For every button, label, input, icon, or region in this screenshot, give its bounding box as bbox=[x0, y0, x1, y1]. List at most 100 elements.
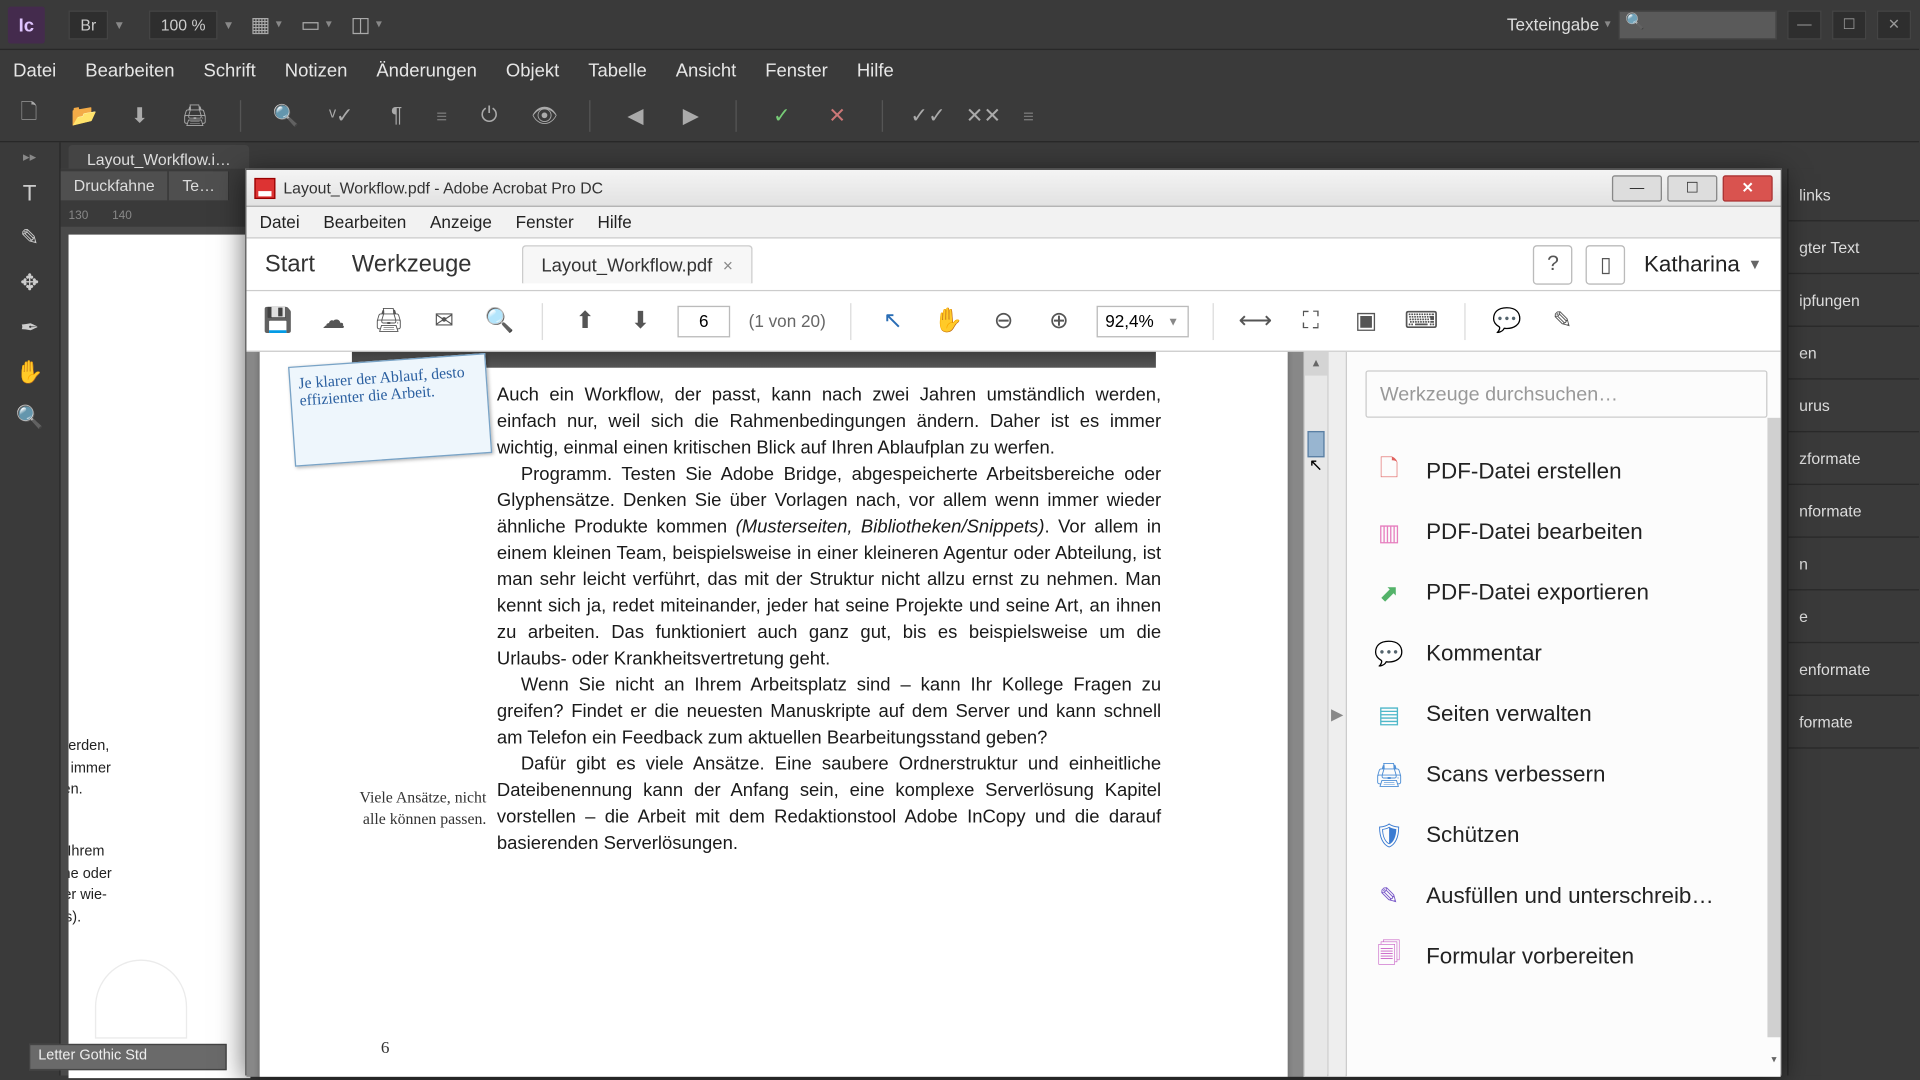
menu-fenster[interactable]: Fenster bbox=[765, 59, 828, 80]
menu-objekt[interactable]: Objekt bbox=[506, 59, 559, 80]
save-icon[interactable]: ⬇ bbox=[124, 100, 156, 132]
menu-ansicht[interactable]: Ansicht bbox=[676, 59, 737, 80]
tool-kommentar[interactable]: 💬Kommentar bbox=[1365, 623, 1767, 684]
position-tool-icon[interactable]: ✥ bbox=[11, 268, 48, 300]
menu-tabelle[interactable]: Tabelle bbox=[588, 59, 646, 80]
menu-hilfe[interactable]: Hilfe bbox=[857, 59, 894, 80]
highlight-icon[interactable]: ✎ bbox=[1544, 302, 1581, 339]
close-tab-icon[interactable]: × bbox=[723, 255, 733, 275]
panel-n[interactable]: n bbox=[1789, 538, 1919, 591]
scroll-down-icon[interactable]: ▾ bbox=[1767, 1053, 1780, 1066]
preview-icon[interactable]: 👁 bbox=[529, 100, 561, 132]
menu-fenster[interactable]: Fenster bbox=[516, 212, 574, 232]
tool-pdf-datei-erstellen[interactable]: 🗋PDF-Datei erstellen bbox=[1365, 442, 1767, 503]
tool-sch-tzen[interactable]: 🛡Schützen bbox=[1365, 805, 1767, 866]
panel-text[interactable]: gter Text bbox=[1789, 221, 1919, 274]
collapse-sidebar-icon[interactable]: ▶ bbox=[1327, 352, 1345, 1077]
accept-all-icon[interactable]: ✓✓ bbox=[912, 100, 944, 132]
print-icon[interactable]: 🖨 bbox=[370, 302, 407, 339]
tools-search-field[interactable]: Werkzeuge durchsuchen… bbox=[1365, 370, 1767, 417]
email-icon[interactable]: ✉ bbox=[426, 302, 463, 339]
minimize-button[interactable]: — bbox=[1787, 10, 1821, 39]
zoom-tool-icon[interactable]: 🔍 bbox=[11, 402, 48, 434]
zoom-dropdown[interactable]: 100 %▼ bbox=[136, 10, 235, 39]
scroll-track[interactable] bbox=[1767, 418, 1780, 1037]
panel-ipfungen[interactable]: ipfungen bbox=[1789, 274, 1919, 327]
screen-mode-icon[interactable]: ▭▾ bbox=[298, 9, 335, 41]
sticky-note[interactable]: Je klarer der Ablauf, desto effizienter … bbox=[288, 353, 492, 467]
menu-datei[interactable]: Datei bbox=[13, 59, 56, 80]
panel-zformate[interactable]: zformate bbox=[1789, 432, 1919, 485]
font-family-field[interactable]: Letter Gothic Std bbox=[29, 1044, 227, 1070]
menu-bearbeiten[interactable]: Bearbeiten bbox=[323, 212, 406, 232]
panel-e[interactable]: e bbox=[1789, 590, 1919, 643]
tool-formular-vorbereiten[interactable]: 🗐Formular vorbereiten bbox=[1365, 927, 1767, 988]
accept-icon[interactable]: ✓ bbox=[766, 100, 798, 132]
read-mode-icon[interactable]: ⌨ bbox=[1403, 302, 1440, 339]
mobile-link-icon[interactable]: ▯ bbox=[1586, 244, 1626, 284]
fit-page-icon[interactable]: ⛶ bbox=[1292, 302, 1329, 339]
document-tab[interactable]: Layout_Workflow.i… bbox=[69, 145, 250, 171]
user-menu[interactable]: Katharina▼ bbox=[1644, 251, 1762, 277]
start-tab[interactable]: Start bbox=[265, 250, 315, 278]
story-view-tab[interactable]: Te… bbox=[169, 171, 229, 200]
galley-view-tab[interactable]: Druckfahne bbox=[61, 171, 170, 200]
new-icon[interactable]: 🗋 bbox=[13, 100, 45, 132]
tool-pdf-datei-exportieren[interactable]: ⬈PDF-Datei exportieren bbox=[1365, 563, 1767, 624]
workspace-dropdown[interactable]: Texteingabe▾ bbox=[1507, 14, 1611, 34]
hand-tool-icon[interactable]: ✋ bbox=[930, 302, 967, 339]
tool-scans-verbessern[interactable]: 🖨Scans verbessern bbox=[1365, 745, 1767, 806]
panel-urus[interactable]: urus bbox=[1789, 380, 1919, 433]
reject-all-icon[interactable]: ✕✕ bbox=[968, 100, 1000, 132]
panel-links[interactable]: links bbox=[1789, 169, 1919, 222]
maximize-button[interactable]: ☐ bbox=[1667, 175, 1717, 201]
view-options-icon[interactable]: ▦▾ bbox=[248, 9, 285, 41]
panel-nformate[interactable]: nformate bbox=[1789, 485, 1919, 538]
zoom-out-icon[interactable]: ⊖ bbox=[985, 302, 1022, 339]
tool-ausf-llen-und-unterschreib-[interactable]: ✎Ausfüllen und unterschreib… bbox=[1365, 866, 1767, 927]
power-icon[interactable]: ⏻ bbox=[473, 100, 505, 132]
type-tool-icon[interactable]: T bbox=[11, 178, 48, 210]
menu-bearbeiten[interactable]: Bearbeiten bbox=[85, 59, 174, 80]
selection-tool-icon[interactable]: ↖ bbox=[875, 302, 912, 339]
menu-anzeige[interactable]: Anzeige bbox=[430, 212, 492, 232]
sidebar-scrollbar[interactable]: ▴ ▾ bbox=[1767, 418, 1780, 1066]
vertical-scrollbar[interactable]: ▴ ↖ bbox=[1304, 352, 1328, 1077]
fit-width-icon[interactable]: ⟷ bbox=[1237, 302, 1274, 339]
page-number-field[interactable] bbox=[677, 305, 730, 337]
menu-schrift[interactable]: Schrift bbox=[204, 59, 256, 80]
spellcheck-icon[interactable]: ᵛ✓ bbox=[326, 100, 358, 132]
find-icon[interactable]: 🔍 bbox=[270, 100, 302, 132]
page-down-icon[interactable]: ⬇ bbox=[622, 302, 659, 339]
hidden-chars-icon[interactable]: ¶ bbox=[381, 100, 413, 132]
zoom-in-icon[interactable]: ⊕ bbox=[1041, 302, 1078, 339]
document-viewport[interactable]: Je klarer der Ablauf, desto effizienter … bbox=[246, 352, 1303, 1077]
panel-en[interactable]: en bbox=[1789, 327, 1919, 380]
arrange-icon[interactable]: ◫▾ bbox=[348, 9, 385, 41]
next-icon[interactable]: ▶ bbox=[675, 100, 707, 132]
menu-hilfe[interactable]: Hilfe bbox=[597, 212, 631, 232]
minimize-button[interactable]: — bbox=[1612, 175, 1662, 201]
cloud-icon[interactable]: ☁ bbox=[315, 302, 352, 339]
prev-icon[interactable]: ◀ bbox=[620, 100, 652, 132]
menu-notizen[interactable]: Notizen bbox=[285, 59, 348, 80]
panel-formate[interactable]: formate bbox=[1789, 696, 1919, 749]
panel-enformate[interactable]: enformate bbox=[1789, 643, 1919, 696]
search-icon[interactable]: 🔍 bbox=[481, 302, 518, 339]
menu-datei[interactable]: Datei bbox=[260, 212, 300, 232]
reject-icon[interactable]: ✕ bbox=[821, 100, 853, 132]
tool-pdf-datei-bearbeiten[interactable]: ▥PDF-Datei bearbeiten bbox=[1365, 502, 1767, 563]
tool-seiten-verwalten[interactable]: ▤Seiten verwalten bbox=[1365, 684, 1767, 745]
fullscreen-icon[interactable]: ▣ bbox=[1348, 302, 1385, 339]
menu-aenderungen[interactable]: Änderungen bbox=[376, 59, 477, 80]
close-button[interactable]: ✕ bbox=[1877, 10, 1911, 39]
tools-tab[interactable]: Werkzeuge bbox=[352, 250, 472, 278]
bridge-button[interactable]: Br▼ bbox=[55, 10, 125, 39]
zoom-field[interactable]: 92,4%▼ bbox=[1096, 305, 1188, 337]
eyedropper-tool-icon[interactable]: ✒ bbox=[11, 312, 48, 344]
scroll-up-icon[interactable]: ▴ bbox=[1305, 352, 1327, 376]
page-up-icon[interactable]: ⬆ bbox=[567, 302, 604, 339]
search-field[interactable]: 🔍 bbox=[1619, 10, 1777, 39]
maximize-button[interactable]: ☐ bbox=[1832, 10, 1866, 39]
save-icon[interactable]: 💾 bbox=[260, 302, 297, 339]
